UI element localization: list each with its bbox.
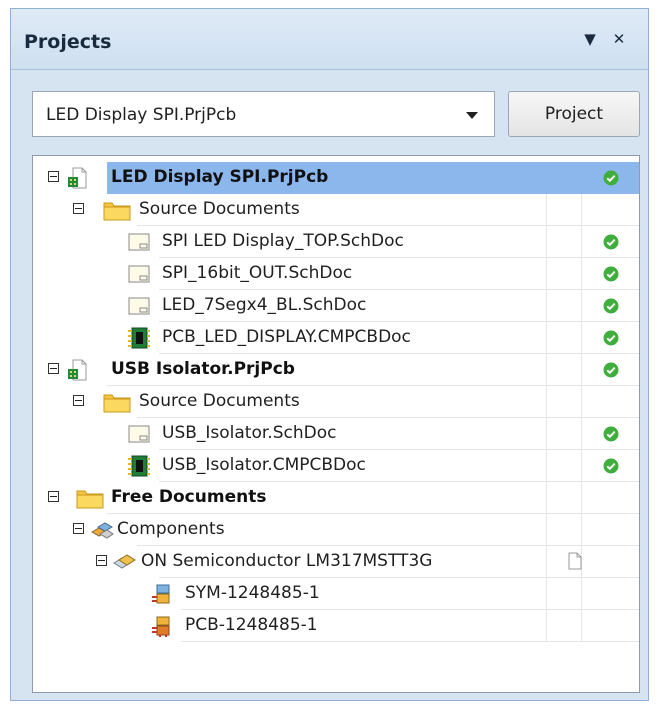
- tree-row-project-led: LED Display SPI.PrjPcb: [33, 162, 639, 194]
- schematic-doc-icon: [128, 233, 150, 251]
- tree-row-document: SPI_16bit_OUT.SchDoc: [33, 258, 639, 290]
- component-icon: [113, 554, 136, 569]
- collapse-icon[interactable]: [48, 363, 59, 374]
- tree-row-component: ON Semiconductor LM317MSTT3G: [33, 546, 639, 578]
- tree-item-label: Components: [117, 519, 225, 539]
- collapse-icon[interactable]: [73, 203, 84, 214]
- collapse-icon[interactable]: [48, 171, 59, 182]
- tree-row-folder: Source Documents: [33, 386, 639, 418]
- tree-item-label: SPI LED Display_TOP.SchDoc: [162, 231, 404, 251]
- folder-icon: [103, 394, 131, 413]
- tree-item-label: PCB_LED_DISPLAY.CMPCBDoc: [162, 327, 411, 347]
- footprint-model-icon: [152, 616, 170, 637]
- green-check-circle-icon: [603, 266, 619, 282]
- collapse-icon[interactable]: [48, 491, 59, 502]
- pcb-project-icon: [68, 359, 87, 381]
- panel-close-icon[interactable]: ✕: [608, 27, 630, 51]
- projects-panel: Projects ▼ ✕ LED Display SPI.PrjPcb Proj…: [10, 8, 649, 701]
- green-check-circle-icon: [603, 234, 619, 250]
- tree-item-label: USB_Isolator.SchDoc: [162, 423, 337, 443]
- tree-item-label: LED_7Segx4_BL.SchDoc: [162, 295, 367, 315]
- chevron-down-icon: [466, 112, 478, 119]
- green-check-circle-icon: [603, 426, 619, 442]
- green-check-circle-icon: [603, 330, 619, 346]
- tree-row-document: LED_7Segx4_BL.SchDoc: [33, 290, 639, 322]
- green-check-circle-icon: [603, 298, 619, 314]
- tree-item-label: ON Semiconductor LM317MSTT3G: [141, 551, 433, 571]
- collapse-icon[interactable]: [96, 555, 107, 566]
- project-select-value: LED Display SPI.PrjPcb: [46, 105, 237, 125]
- tree-item-label: PCB-1248485-1: [185, 615, 318, 635]
- tree-item-label: Source Documents: [139, 199, 300, 219]
- tree-item-label: Free Documents: [111, 487, 267, 507]
- tree-row-document: USB_Isolator.SchDoc: [33, 418, 639, 450]
- project-tree[interactable]: LED Display SPI.PrjPcb Source Documents: [32, 155, 640, 693]
- green-check-circle-icon: [603, 362, 619, 378]
- tree-row-model: SYM-1248485-1: [33, 578, 639, 610]
- components-icon: [90, 522, 114, 539]
- panel-menu-icon[interactable]: ▼: [579, 27, 601, 51]
- panel-title-bar[interactable]: Projects ▼ ✕: [11, 9, 648, 70]
- tree-row-document: PCB_LED_DISPLAY.CMPCBDoc: [33, 322, 639, 354]
- green-check-circle-icon: [603, 170, 619, 186]
- tree-row-document: USB_Isolator.CMPCBDoc: [33, 450, 639, 482]
- tree-item-label: USB Isolator.PrjPcb: [111, 359, 295, 379]
- tree-item-label: SYM-1248485-1: [185, 583, 320, 603]
- schematic-doc-icon: [128, 297, 150, 315]
- pcb-doc-icon: [128, 455, 150, 477]
- pcb-doc-icon: [128, 327, 150, 349]
- tree-row-free-documents: Free Documents: [33, 482, 639, 514]
- collapse-icon[interactable]: [73, 395, 84, 406]
- symbol-model-icon: [152, 584, 170, 604]
- folder-icon: [76, 490, 104, 509]
- tree-item-label: LED Display SPI.PrjPcb: [111, 167, 329, 187]
- tree-item-label: Source Documents: [139, 391, 300, 411]
- project-button[interactable]: Project: [508, 91, 640, 137]
- schematic-doc-icon: [128, 265, 150, 283]
- green-check-circle-icon: [603, 458, 619, 474]
- tree-row-project-usb: USB Isolator.PrjPcb: [33, 354, 639, 386]
- tree-item-label: SPI_16bit_OUT.SchDoc: [162, 263, 353, 283]
- tree-row-folder: Source Documents: [33, 194, 639, 226]
- panel-title: Projects: [24, 31, 112, 53]
- tree-row-model: PCB-1248485-1: [33, 610, 639, 642]
- schematic-doc-icon: [128, 425, 150, 443]
- tree-item-label: USB_Isolator.CMPCBDoc: [162, 455, 366, 475]
- tree-row-components: Components: [33, 514, 639, 546]
- blank-document-icon: [568, 552, 582, 570]
- tree-row-document: SPI LED Display_TOP.SchDoc: [33, 226, 639, 258]
- folder-icon: [103, 202, 131, 221]
- pcb-project-icon: [68, 167, 87, 189]
- project-select[interactable]: LED Display SPI.PrjPcb: [32, 91, 495, 137]
- collapse-icon[interactable]: [73, 523, 84, 534]
